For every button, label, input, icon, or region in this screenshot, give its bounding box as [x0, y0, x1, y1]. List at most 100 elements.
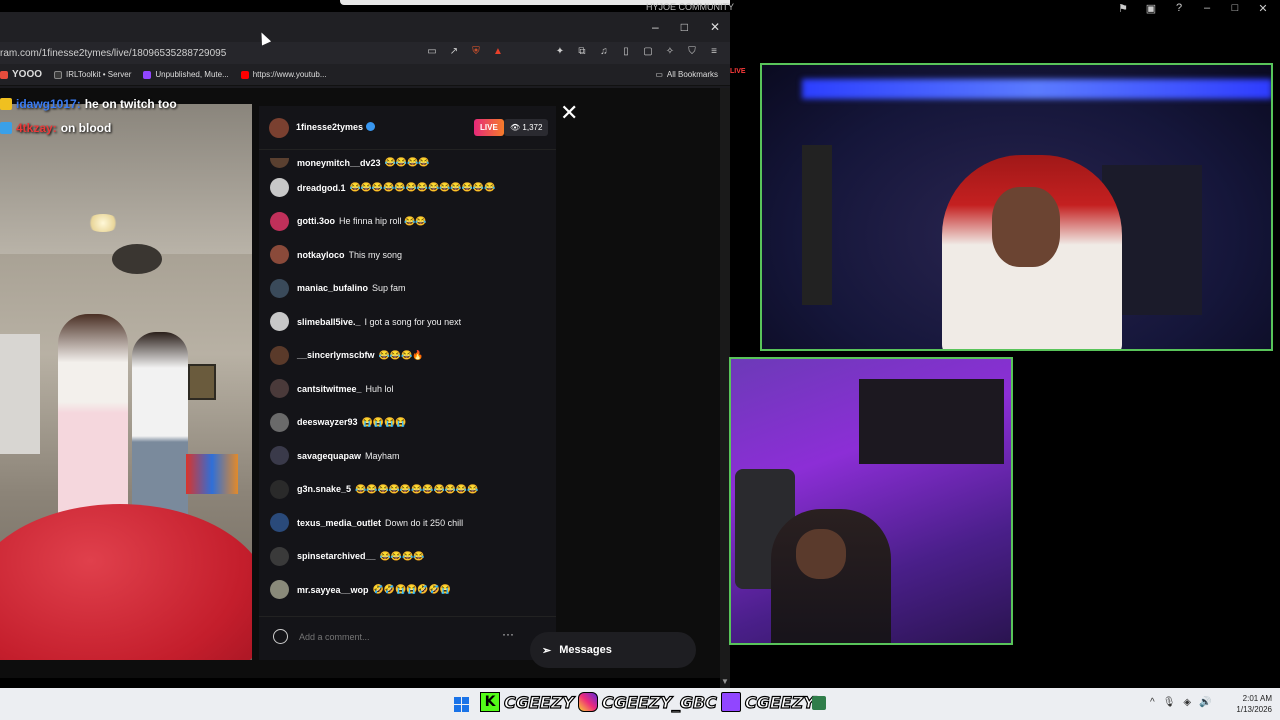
- system-tray: ^ 🎙 ◈ 🔊: [1150, 697, 1212, 708]
- comment-row: moneymitch__dv23 😂😂😂😂: [259, 154, 556, 171]
- scroll-down-icon[interactable]: ▼: [721, 677, 729, 686]
- share-icon[interactable]: ↗: [448, 46, 460, 57]
- maximize-icon[interactable]: □: [681, 20, 688, 34]
- comment-username[interactable]: deeswayzer93: [297, 417, 358, 427]
- comment-username[interactable]: savagequapaw: [297, 451, 361, 461]
- wallet-icon[interactable]: ▢: [642, 46, 654, 57]
- comment-text: 😂😂😂😂😂😂😂😂😂😂😂😂😂: [349, 182, 496, 193]
- comment-username[interactable]: slimeball5ive._: [297, 317, 361, 327]
- vpn-icon[interactable]: ⛉: [686, 46, 698, 57]
- screenshot-icon[interactable]: ⧉: [576, 46, 588, 57]
- volume-icon[interactable]: 🔊: [1199, 697, 1211, 708]
- comment-username[interactable]: g3n.snake_5: [297, 484, 351, 494]
- comment-username[interactable]: dreadgod.1: [297, 183, 346, 193]
- live-header: 1finesse2tymes LIVE 👁 1,372: [259, 106, 556, 150]
- music-icon[interactable]: ♫: [598, 46, 610, 57]
- close-icon[interactable]: ✕: [560, 102, 578, 124]
- ai-icon[interactable]: ✧: [664, 46, 676, 57]
- rewards-icon[interactable]: ▲: [492, 46, 504, 57]
- minimize-icon[interactable]: –: [1200, 2, 1214, 15]
- avatar[interactable]: [270, 345, 289, 365]
- comment-text: This my song: [348, 249, 403, 260]
- minimize-icon[interactable]: –: [652, 20, 659, 34]
- browser-window: – □ ✕ ram.com/1finesse2tymes/live/180965…: [0, 12, 730, 688]
- avatar[interactable]: [270, 312, 289, 332]
- avatar[interactable]: [269, 118, 289, 138]
- chevron-up-icon[interactable]: ^: [1150, 697, 1155, 708]
- comment-text: 😂😂😂🔥: [378, 349, 424, 360]
- close-icon[interactable]: ✕: [710, 20, 720, 34]
- wifi-icon[interactable]: ◈: [1183, 697, 1191, 708]
- window-title: HYJOE COMMUNITY: [645, 2, 734, 12]
- streamer-socials: K CGEEZY CGEEZY_GBC CGEEZY: [480, 692, 815, 712]
- webcam-main: [760, 63, 1273, 351]
- avatar[interactable]: [270, 157, 289, 168]
- screen: HYJOE COMMUNITY ⚑ ▣ ? – □ ✕ – □ ✕ ram.co…: [0, 0, 1280, 720]
- avatar[interactable]: [270, 278, 289, 298]
- url-text[interactable]: ram.com/1finesse2tymes/live/180965352887…: [0, 48, 226, 59]
- comment-row: g3n.snake_5 😂😂😂😂😂😂😂😂😂😂😂: [259, 473, 556, 507]
- comment-username[interactable]: notkayloco: [297, 250, 345, 260]
- comment-text: Down do it 250 chill: [385, 517, 464, 528]
- comment-input[interactable]: [299, 627, 499, 647]
- extensions-icon[interactable]: ✦: [554, 46, 566, 57]
- comment-row: deeswayzer93 😭😭😭😭: [259, 406, 556, 440]
- bookmark-item[interactable]: Unpublished, Mute...: [143, 70, 229, 79]
- browser-titlebar: – □ ✕: [0, 12, 730, 42]
- folder-icon: ▭: [655, 70, 663, 79]
- avatar[interactable]: [270, 546, 289, 566]
- avatar[interactable]: [270, 178, 289, 198]
- address-bar[interactable]: ram.com/1finesse2tymes/live/180965352887…: [0, 42, 730, 64]
- comment-username[interactable]: __sincerlymscbfw: [297, 350, 375, 360]
- avatar[interactable]: [270, 580, 289, 600]
- sidebar-icon[interactable]: ▯: [620, 46, 632, 57]
- bookmark-item[interactable]: https://www.youtub...: [240, 70, 327, 79]
- comment-text: He finna hip roll 😂😂: [339, 215, 427, 226]
- avatar[interactable]: [270, 245, 289, 265]
- comment-username[interactable]: spinsetarchived__: [297, 551, 376, 561]
- sub-badge-icon: [0, 122, 12, 134]
- host-name[interactable]: 1finesse2tymes: [296, 122, 376, 132]
- chat-line: 4tkzay: on blood: [0, 116, 177, 140]
- windows-start-icon[interactable]: [454, 697, 469, 712]
- comment-username[interactable]: gotti.3oo: [297, 216, 335, 226]
- comment-username[interactable]: texus_media_outlet: [297, 518, 381, 528]
- address-icons: ▭ ↗ ⛨ ▲ ✦ ⧉ ♫ ▯ ▢ ✧ ⛉ ≡: [426, 46, 720, 57]
- live-label: LIVE: [730, 68, 746, 75]
- close-icon[interactable]: ✕: [1256, 2, 1270, 15]
- comment-text: 😂😂😂😂😂😂😂😂😂😂😂: [355, 483, 479, 494]
- menu-icon[interactable]: ≡: [708, 46, 720, 57]
- comment-username[interactable]: moneymitch__dv23: [297, 158, 381, 168]
- clock[interactable]: 2:01 AM 1/13/2026: [1226, 693, 1272, 715]
- avatar[interactable]: [270, 379, 289, 399]
- comment-username[interactable]: cantsitwitmee_: [297, 384, 362, 394]
- emoji-icon[interactable]: [273, 629, 288, 644]
- screen-icon[interactable]: ▣: [1144, 2, 1158, 15]
- avatar[interactable]: [270, 513, 289, 533]
- messages-button[interactable]: ➢ Messages: [530, 632, 696, 668]
- comment-username[interactable]: mr.sayyea__wop: [297, 585, 369, 595]
- avatar[interactable]: [270, 412, 289, 432]
- bookmark-item[interactable]: YOOO: [0, 69, 42, 80]
- comment-row: maniac_bufalino Sup fam: [259, 272, 556, 306]
- bookmark-item[interactable]: IRLToolkit • Server: [54, 70, 131, 79]
- all-bookmarks[interactable]: ▭ All Bookmarks: [655, 70, 718, 79]
- avatar[interactable]: [270, 446, 289, 466]
- comment-username[interactable]: maniac_bufalino: [297, 283, 368, 293]
- brave-shield-icon[interactable]: ⛨: [470, 46, 482, 57]
- more-icon[interactable]: ···: [502, 627, 514, 641]
- cast-icon[interactable]: ▭: [426, 46, 438, 57]
- kick-icon: K: [480, 692, 500, 712]
- maximize-icon[interactable]: □: [1228, 2, 1242, 15]
- live-video[interactable]: [0, 104, 252, 660]
- avatar[interactable]: [270, 479, 289, 499]
- live-badge: LIVE: [474, 119, 504, 136]
- comment-bar: ···: [259, 616, 556, 656]
- flag-icon[interactable]: ⚑: [1116, 2, 1130, 15]
- excel-icon[interactable]: [812, 696, 826, 710]
- comment-text: I got a song for you next: [364, 316, 462, 327]
- help-icon[interactable]: ?: [1172, 2, 1186, 15]
- twitch-icon: [143, 70, 152, 79]
- avatar[interactable]: [270, 211, 289, 231]
- mic-icon[interactable]: 🎙: [1163, 697, 1176, 708]
